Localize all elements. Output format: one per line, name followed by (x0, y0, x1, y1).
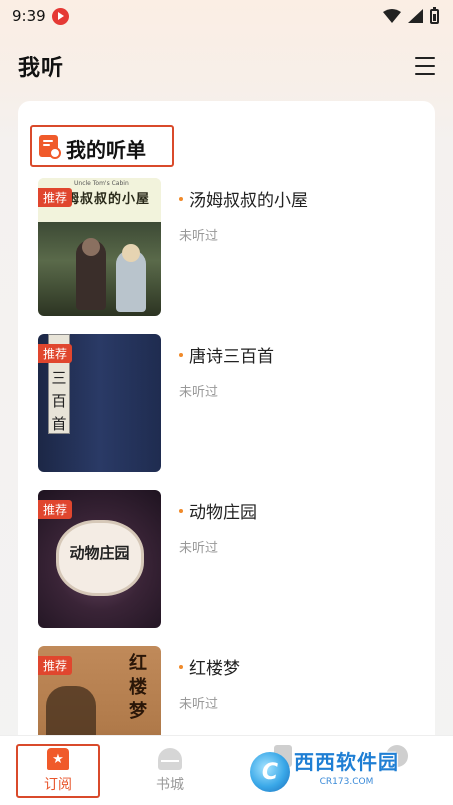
book-status: 未听过 (179, 229, 219, 244)
book-title: 动物庄园 (179, 498, 257, 523)
book-item[interactable]: 诗三百首 推荐 唐诗三百首 未听过 (38, 334, 423, 472)
cellular-signal-icon (408, 9, 423, 23)
status-time: 9:39 (12, 7, 46, 25)
playlist-icon (39, 135, 61, 159)
book-status: 未听过 (179, 385, 219, 400)
screen-record-icon (51, 7, 69, 25)
book-cover[interactable]: Uncle Tom's Cabin 汤姆叔叔的小屋 推荐 (38, 178, 161, 316)
cover-title: 红楼梦 (129, 653, 147, 722)
cover-title: 动物庄园 (69, 544, 130, 562)
watermark-logo-icon: C (250, 752, 290, 792)
playlist-card: 我的听单 Uncle Tom's Cabin 汤姆叔叔的小屋 推荐 汤姆叔叔的小… (18, 101, 435, 751)
bullet-dot-icon (179, 352, 183, 357)
book-title-text: 唐诗三百首 (189, 347, 274, 367)
book-title: 汤姆叔叔的小屋 (179, 186, 308, 211)
tab-bookstore[interactable]: 书城 (128, 744, 212, 798)
book-title-text: 汤姆叔叔的小屋 (189, 191, 308, 211)
recommend-badge: 推荐 (38, 188, 73, 207)
book-item[interactable]: 动物庄园 推荐 动物庄园 未听过 (38, 490, 423, 628)
menu-icon[interactable] (415, 57, 435, 75)
book-item[interactable]: Uncle Tom's Cabin 汤姆叔叔的小屋 推荐 汤姆叔叔的小屋 未听过 (38, 178, 423, 316)
page-title: 我听 (18, 56, 65, 81)
bullet-dot-icon (179, 664, 183, 669)
book-info: 汤姆叔叔的小屋 未听过 (179, 178, 308, 316)
section-title: 我的听单 (66, 137, 146, 162)
section-header: 我的听单 (30, 125, 174, 167)
recommend-badge: 推荐 (38, 344, 73, 363)
tab-label: 订阅 (44, 777, 72, 793)
book-title: 唐诗三百首 (179, 342, 274, 367)
bullet-dot-icon (179, 196, 183, 201)
book-title: 红楼梦 (179, 654, 240, 679)
book-status: 未听过 (179, 697, 219, 712)
subscribe-star-icon: ★ (47, 748, 69, 770)
book-cover[interactable]: 动物庄园 推荐 (38, 490, 161, 628)
app-header: 我听 (0, 44, 453, 88)
wifi-icon (383, 9, 401, 23)
status-bar: 9:39 (0, 0, 453, 32)
book-status: 未听过 (179, 541, 219, 556)
recommend-badge: 推荐 (38, 656, 73, 675)
battery-icon (430, 6, 439, 24)
cover-subtitle: Uncle Tom's Cabin (74, 180, 129, 187)
bullet-dot-icon (179, 508, 183, 513)
book-title-text: 动物庄园 (189, 503, 257, 523)
book-title-text: 红楼梦 (189, 659, 240, 679)
book-info: 唐诗三百首 未听过 (179, 334, 274, 472)
book-info: 动物庄园 未听过 (179, 490, 257, 628)
watermark: C 西西软件园 CR173.COM (250, 750, 432, 794)
watermark-text: 西西软件园 CR173.COM (294, 750, 399, 787)
tab-subscribe[interactable]: ★ 订阅 (16, 744, 100, 798)
status-left: 9:39 (12, 7, 69, 25)
tab-label: 书城 (156, 777, 184, 793)
recommend-badge: 推荐 (38, 500, 73, 519)
status-right (383, 6, 439, 24)
bookstore-icon (158, 748, 182, 770)
book-cover[interactable]: 诗三百首 推荐 (38, 334, 161, 472)
